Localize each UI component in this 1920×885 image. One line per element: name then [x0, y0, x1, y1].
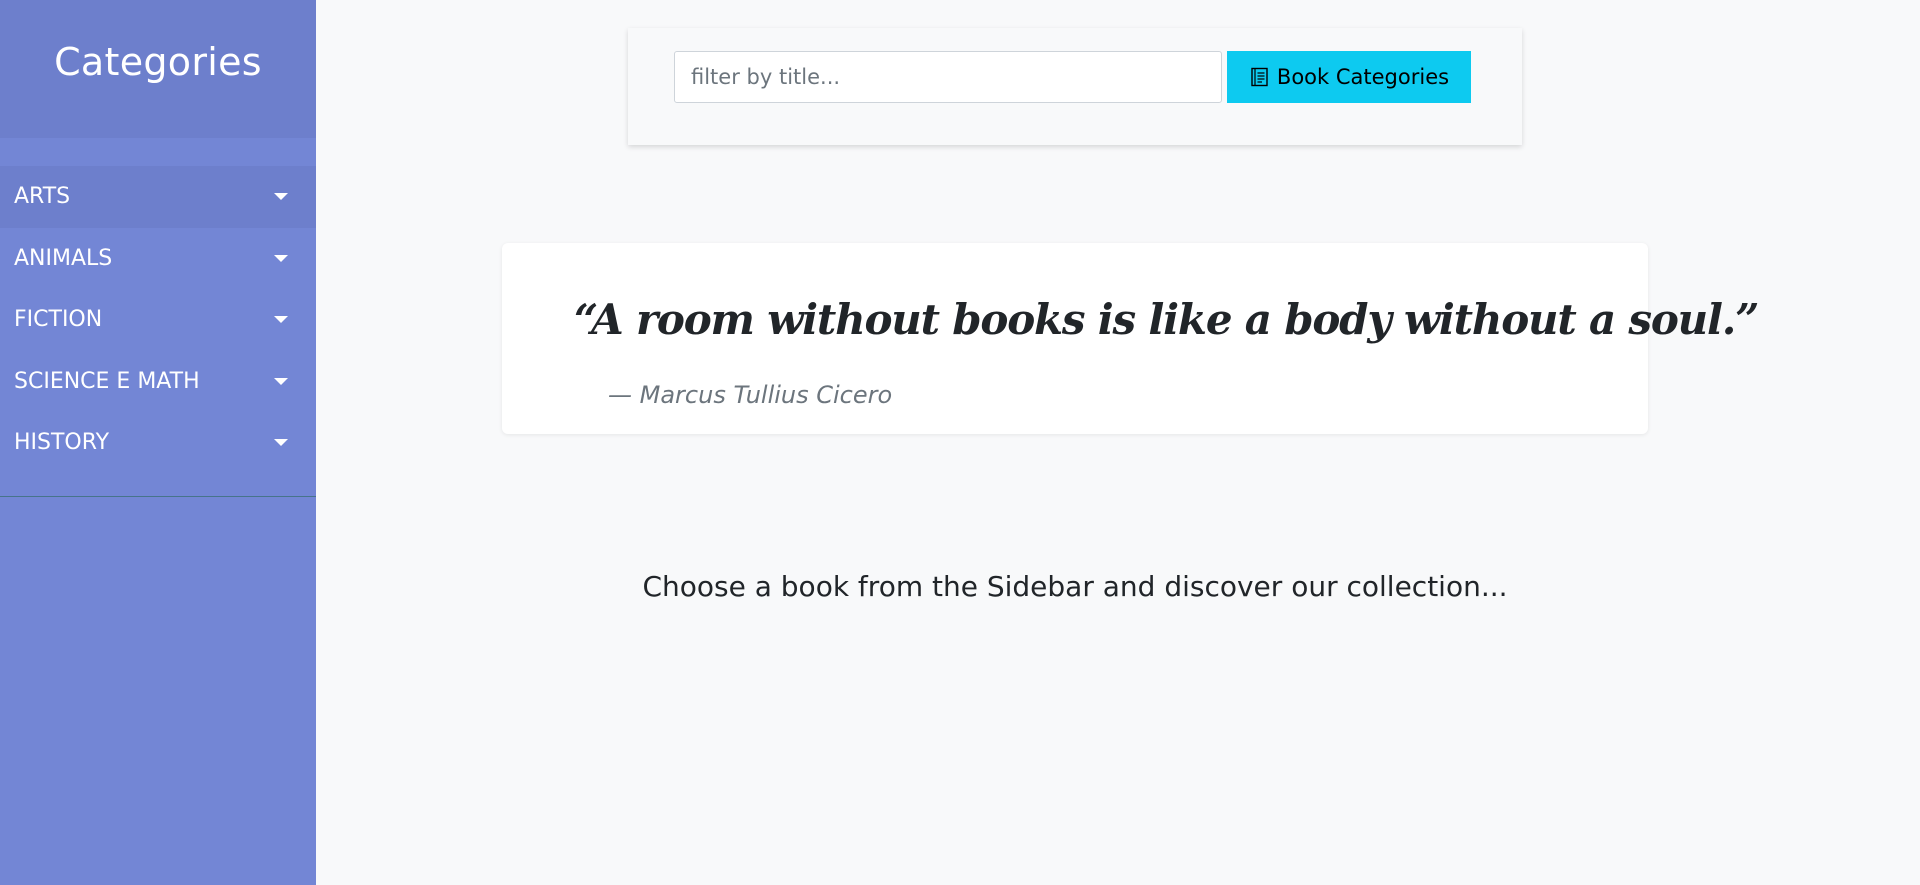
app-root: Categories ARTS ANIMALS FICTION SCIENCE … [0, 0, 1920, 885]
sidebar-item-history[interactable]: HISTORY [0, 412, 316, 474]
caret-down-icon [274, 193, 288, 201]
search-input[interactable] [674, 51, 1222, 103]
sidebar-item-arts[interactable]: ARTS [0, 166, 316, 228]
quote-text: “A room without books is like a body wit… [574, 295, 1759, 344]
caret-down-icon [274, 439, 288, 447]
collection-prompt: Choose a book from the Sidebar and disco… [642, 570, 1508, 603]
category-menu: ARTS ANIMALS FICTION SCIENCE E MATH HIST… [0, 166, 316, 497]
book-categories-button[interactable]: Book Categories [1227, 51, 1471, 103]
sidebar-header: Categories [0, 0, 316, 138]
caret-down-icon [274, 377, 288, 385]
sidebar-item-label: ANIMALS [14, 245, 113, 271]
book-categories-label: Book Categories [1276, 65, 1450, 89]
caret-down-icon [274, 254, 288, 262]
caret-down-icon [274, 316, 288, 324]
sidebar: Categories ARTS ANIMALS FICTION SCIENCE … [0, 0, 316, 885]
search-bar: Book Categories [628, 28, 1522, 145]
quote-author: — Marcus Tullius Cicero [608, 381, 893, 409]
sidebar-item-label: FICTION [14, 307, 103, 333]
sidebar-item-label: ARTS [14, 184, 71, 210]
sidebar-item-animals[interactable]: ANIMALS [0, 228, 316, 290]
sidebar-title: Categories [54, 40, 262, 84]
sidebar-item-fiction[interactable]: FICTION [0, 289, 316, 351]
sidebar-item-science-math[interactable]: SCIENCE E MATH [0, 351, 316, 413]
quote-card: “A room without books is like a body wit… [502, 243, 1759, 434]
sidebar-item-label: HISTORY [14, 430, 110, 456]
book-icon [1249, 66, 1271, 88]
sidebar-item-label: SCIENCE E MATH [14, 368, 200, 394]
